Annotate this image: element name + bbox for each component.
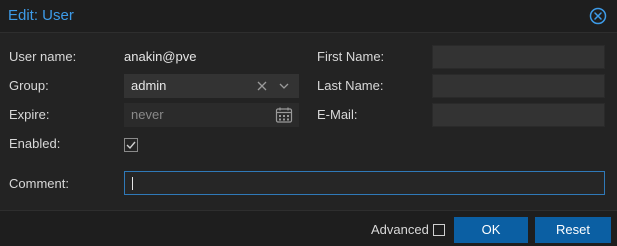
- username-label: User name:: [9, 49, 77, 64]
- checkmark-icon: [124, 138, 138, 152]
- lastname-label: Last Name:: [317, 78, 384, 93]
- comment-label: Comment:: [9, 176, 69, 191]
- calendar-icon: [275, 107, 293, 123]
- email-input[interactable]: [432, 103, 605, 127]
- advanced-checkbox[interactable]: [433, 224, 445, 236]
- lastname-input[interactable]: [432, 74, 605, 98]
- email-label: E-Mail:: [317, 107, 358, 122]
- group-select[interactable]: admin: [124, 74, 299, 98]
- text-caret: [132, 177, 133, 190]
- dialog-footer: Advanced OK Reset: [0, 210, 617, 246]
- comment-input[interactable]: [124, 171, 605, 195]
- chevron-down-icon: [279, 83, 289, 89]
- reset-button[interactable]: Reset: [535, 217, 611, 243]
- dialog-titlebar: Edit: User: [0, 0, 617, 33]
- enabled-label: Enabled:: [9, 136, 61, 151]
- enabled-checkbox[interactable]: [124, 138, 138, 152]
- expire-date-field[interactable]: never: [124, 103, 299, 127]
- username-value: anakin@pve: [124, 49, 197, 64]
- close-button[interactable]: [589, 7, 607, 25]
- expire-label: Expire:: [9, 107, 50, 122]
- clear-button[interactable]: [255, 79, 269, 93]
- firstname-input[interactable]: [432, 45, 605, 69]
- firstname-label: First Name:: [317, 49, 385, 64]
- date-picker-button[interactable]: [274, 105, 294, 125]
- dropdown-trigger[interactable]: [277, 79, 291, 93]
- ok-button[interactable]: OK: [454, 217, 528, 243]
- group-label: Group:: [9, 78, 49, 93]
- clear-x-icon: [257, 81, 267, 91]
- edit-user-dialog: Edit: User User name: anakin@pve Group: …: [0, 0, 617, 246]
- advanced-label: Advanced: [371, 222, 429, 237]
- group-select-value: admin: [131, 78, 167, 93]
- expire-placeholder: never: [131, 107, 164, 122]
- close-circle-icon: [589, 7, 607, 25]
- dialog-title: Edit: User: [8, 7, 74, 24]
